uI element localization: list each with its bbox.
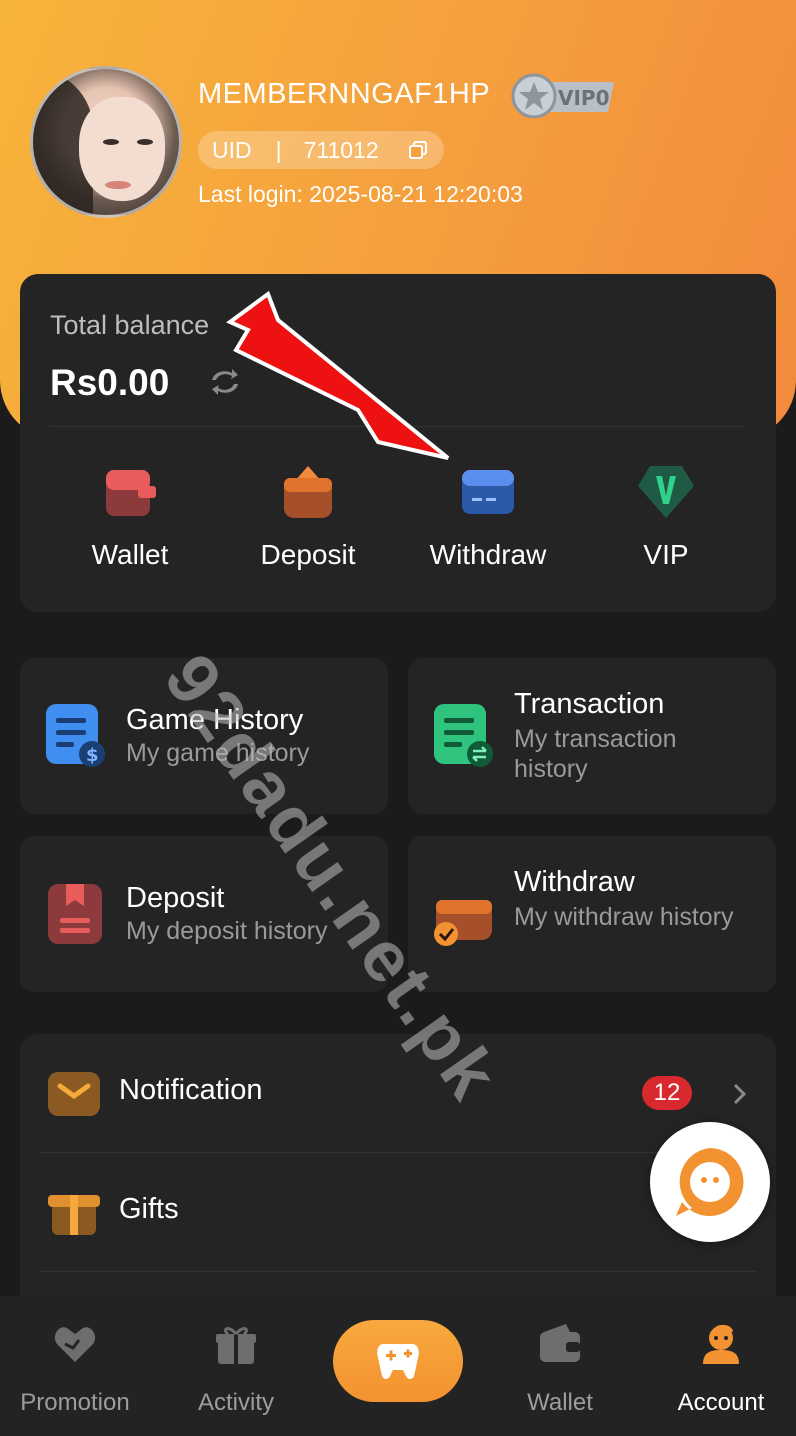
tile-title: Deposit bbox=[126, 882, 225, 914]
menu-item-notification[interactable]: Notification 12 bbox=[20, 1034, 776, 1153]
tile-transaction[interactable]: Transaction My transaction history bbox=[408, 658, 776, 814]
nav-label: Activity bbox=[197, 1389, 274, 1416]
uid-pill: UID | 711012 bbox=[198, 131, 444, 169]
nav-wallet[interactable]: Wallet bbox=[485, 1322, 635, 1417]
nav-account[interactable]: Account bbox=[646, 1322, 796, 1417]
nav-label: Wallet bbox=[527, 1389, 593, 1416]
chevron-right-icon bbox=[733, 1083, 747, 1105]
vip-level-badge: VIP0 bbox=[511, 73, 614, 118]
mail-icon bbox=[48, 1072, 100, 1116]
svg-text:$: $ bbox=[86, 745, 99, 766]
transaction-icon bbox=[434, 704, 493, 767]
quick-action-label: VIP bbox=[643, 539, 689, 570]
withdraw-card-icon bbox=[462, 470, 514, 514]
quick-action-label: Deposit bbox=[260, 539, 356, 570]
quick-action-vip[interactable]: VIP bbox=[586, 464, 746, 571]
tile-subtitle: My transaction history bbox=[514, 725, 677, 783]
total-balance-value: Rs0.00 bbox=[50, 362, 170, 403]
total-balance-label: Total balance bbox=[50, 310, 210, 340]
tile-title: Transaction bbox=[514, 688, 665, 720]
nav-activity[interactable]: Activity bbox=[161, 1322, 311, 1417]
quick-action-withdraw[interactable]: Withdraw bbox=[408, 464, 568, 571]
promotion-icon bbox=[54, 1327, 96, 1362]
nav-games-center-button[interactable] bbox=[333, 1320, 463, 1402]
nav-label: Promotion bbox=[20, 1389, 130, 1416]
divider bbox=[40, 1271, 756, 1272]
quick-action-wallet[interactable]: Wallet bbox=[50, 464, 210, 571]
account-icon bbox=[703, 1324, 739, 1364]
svg-text:VIP0: VIP0 bbox=[558, 86, 610, 110]
quick-action-label: Wallet bbox=[91, 539, 169, 570]
tile-subtitle: My withdraw history bbox=[514, 903, 734, 931]
menu-item-label: Gifts bbox=[119, 1193, 179, 1225]
customer-service-chat-button[interactable] bbox=[650, 1122, 770, 1242]
uid-value: 711012 bbox=[303, 136, 379, 163]
uid-label: UID bbox=[212, 136, 252, 163]
menu-item-label: Notification bbox=[119, 1074, 263, 1106]
quick-action-label: Withdraw bbox=[429, 539, 547, 570]
tile-title: Withdraw bbox=[514, 866, 635, 898]
tile-withdraw-history[interactable]: Withdraw My withdraw history bbox=[408, 836, 776, 992]
username: MEMBERNNGAF1HP bbox=[198, 78, 491, 110]
chat-bubble-icon bbox=[676, 1148, 744, 1216]
notification-count-badge: 12 bbox=[642, 1076, 692, 1110]
gift-icon bbox=[48, 1195, 100, 1235]
bottom-navigation: Promotion Activity Wallet Account bbox=[0, 1296, 796, 1436]
vip-shield-icon bbox=[638, 466, 694, 518]
deposit-history-icon bbox=[48, 884, 102, 944]
copy-icon[interactable] bbox=[408, 140, 428, 160]
game-controller-icon bbox=[377, 1344, 419, 1379]
uid-separator: | bbox=[275, 136, 282, 163]
activity-icon bbox=[216, 1327, 256, 1364]
nav-promotion[interactable]: Promotion bbox=[0, 1322, 150, 1417]
avatar[interactable] bbox=[30, 66, 182, 218]
last-login-text: Last login: 2025-08-21 12:20:03 bbox=[198, 181, 523, 207]
quick-action-deposit[interactable]: Deposit bbox=[228, 464, 388, 571]
red-arrow-annotation bbox=[226, 290, 450, 460]
withdraw-history-icon bbox=[434, 900, 492, 946]
deposit-icon bbox=[284, 466, 332, 518]
game-history-icon: $ bbox=[46, 704, 105, 767]
wallet-nav-icon bbox=[540, 1324, 580, 1362]
nav-label: Account bbox=[677, 1389, 765, 1416]
wallet-icon bbox=[106, 470, 156, 516]
